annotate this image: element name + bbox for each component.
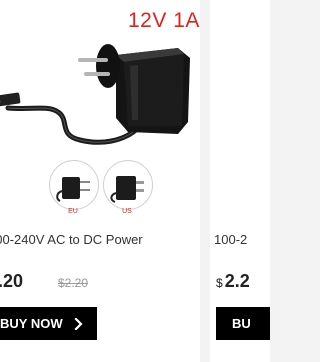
price-value: 2.2 [224,271,250,291]
product-title[interactable]: 100-240V AC to DC Power [0,232,200,247]
plug-label-us: US [122,208,132,215]
buy-now-button[interactable]: BUY NOW [0,307,97,340]
price-value: 2.20 [0,271,24,291]
buy-now-label: BUY NOW [0,316,63,331]
buy-now-label: BU [232,316,251,331]
product-price: 2.20 [0,271,23,292]
plug-option-eu[interactable] [49,160,99,210]
power-adapter-image[interactable] [0,0,200,222]
us-plug-icon [110,176,144,203]
product-price: $2.2 [216,271,250,292]
voltage-badge: 12V 1A [128,9,200,32]
product-card[interactable]: 12V 1A EU US 100-240V AC to DC Power 2.2… [0,0,200,362]
plug-label-eu: EU [68,208,78,215]
old-price: $2.20 [58,276,89,290]
product-card[interactable]: 100-2 $2.2 BU [210,0,270,362]
eu-plug-icon [56,177,90,202]
buy-now-button[interactable]: BU [216,307,270,340]
currency-symbol: $ [216,276,223,290]
product-title[interactable]: 100-2 [214,232,274,247]
chevron-right-icon [74,317,83,330]
plug-option-us[interactable] [103,160,153,210]
